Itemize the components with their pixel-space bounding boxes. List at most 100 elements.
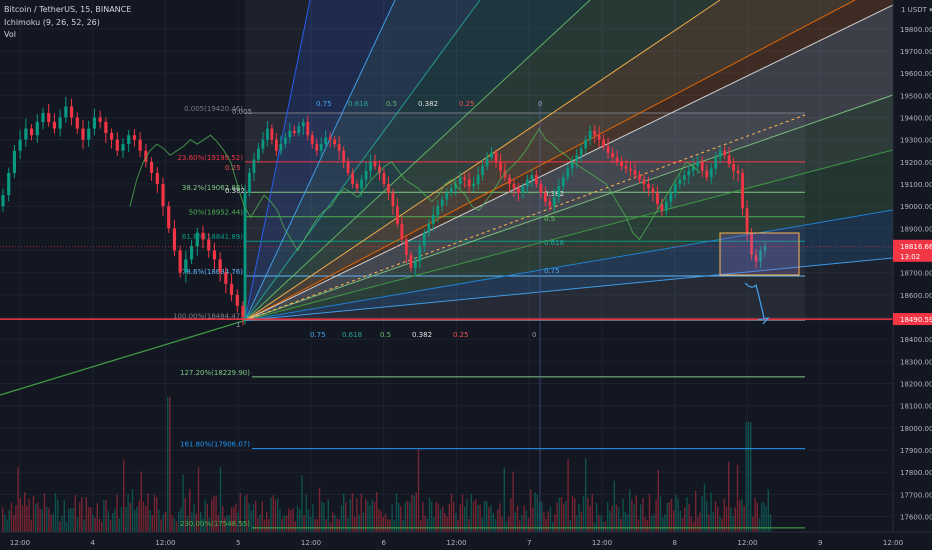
- candle-body: [526, 179, 529, 187]
- volume-bar: [567, 458, 569, 532]
- time-tick-label: 12:00: [301, 539, 321, 547]
- price-axis[interactable]: 19800.00 19700.00 19600.00 19500.00 19400.00…: [892, 0, 932, 550]
- volume-bar: [160, 519, 162, 532]
- candle-body: [566, 168, 570, 178]
- volume-bar: [24, 492, 26, 532]
- volume-bar: [2, 507, 4, 532]
- volume-bar: [662, 517, 664, 532]
- fan-label-right: 0.618: [544, 239, 564, 247]
- volume-bar: [332, 512, 334, 532]
- candle-body: [360, 179, 363, 189]
- volume-bar: [65, 521, 68, 532]
- volume-bar: [501, 516, 503, 532]
- volume-bar: [692, 521, 695, 532]
- volume-bar: [505, 520, 508, 532]
- candle-body: [178, 250, 182, 273]
- volume-bar: [747, 422, 750, 532]
- candle-body: [337, 144, 341, 151]
- candle-body: [104, 121, 108, 133]
- volume-bar: [6, 519, 8, 532]
- price-tick-label: 18100.00: [900, 403, 932, 411]
- volume-bar: [664, 514, 666, 532]
- volume-bar: [714, 501, 717, 532]
- volume-bar: [261, 501, 263, 532]
- candle-body: [172, 228, 177, 251]
- volume-bar: [90, 507, 92, 532]
- volume-bar: [131, 489, 134, 532]
- candle-body: [552, 197, 556, 207]
- candle-body: [396, 206, 399, 224]
- volume-bar: [327, 499, 329, 532]
- candle-body: [445, 192, 449, 200]
- volume-bar: [48, 508, 50, 532]
- price-tick-label: 19100.00: [900, 181, 932, 189]
- candle-body: [12, 150, 17, 173]
- volume-bar: [593, 521, 596, 532]
- candle-body: [436, 206, 440, 216]
- volume-bar: [101, 521, 103, 532]
- volume-bar: [274, 499, 277, 532]
- symbol-title[interactable]: Bitcoin / TetherUS, 15, BINANCE: [4, 5, 131, 14]
- volume-bar: [92, 515, 94, 532]
- candle-body: [458, 177, 462, 184]
- volume-bar: [428, 497, 431, 532]
- volume-bar: [123, 459, 125, 532]
- volume-bar: [670, 498, 673, 532]
- volume-bar: [604, 521, 607, 532]
- candle-body: [24, 128, 28, 140]
- candle-body: [248, 172, 251, 193]
- fan-label-left: 0.382: [225, 187, 245, 195]
- candle-body: [422, 232, 426, 247]
- volume-bar: [68, 508, 70, 532]
- volume-bar: [136, 506, 138, 532]
- price-chart[interactable]: 0.005(19420.46)23.60%(19199.52)38.2%(190…: [0, 0, 932, 550]
- volume-bar: [292, 508, 294, 532]
- volume-bar: [710, 492, 712, 532]
- volume-bar: [646, 520, 648, 532]
- volume-bar: [380, 511, 382, 532]
- volume-bar: [305, 494, 307, 532]
- volume-bar: [466, 499, 468, 532]
- volume-bar: [367, 500, 369, 532]
- candle-body: [512, 183, 516, 189]
- volume-bar: [4, 514, 6, 532]
- candle-body: [288, 130, 292, 138]
- volume-bar: [629, 489, 631, 532]
- time-axis[interactable]: 12:00 4 12:00 5 12:00 6 12:00 7 12:00 8 12:00 9 12:0…: [0, 531, 932, 550]
- volume-bar: [94, 517, 96, 532]
- price-tick-label: 17900.00: [900, 447, 932, 455]
- volume-bar: [767, 489, 769, 532]
- candle-body: [579, 148, 583, 156]
- volume-bar: [600, 515, 602, 532]
- volume-legend[interactable]: Vol: [4, 30, 16, 39]
- volume-bar: [585, 458, 587, 532]
- candle-body: [270, 128, 274, 140]
- volume-bar: [87, 507, 90, 532]
- volume-bar: [681, 517, 684, 532]
- volume-bar: [116, 494, 118, 532]
- volume-bar: [701, 496, 703, 532]
- currency-label[interactable]: 1 USDT ▾: [901, 6, 932, 14]
- candle-body: [364, 170, 368, 180]
- volume-bar: [142, 501, 145, 532]
- volume-bar: [371, 499, 373, 532]
- candle-body: [449, 188, 453, 193]
- volume-bar: [695, 490, 697, 532]
- candle-body: [241, 305, 245, 317]
- volume-bar: [387, 518, 389, 532]
- volume-bar: [543, 511, 545, 532]
- candle-body: [257, 148, 260, 160]
- candle-body: [138, 139, 142, 151]
- price-tick-label: 19400.00: [900, 114, 932, 122]
- volume-bar: [347, 518, 349, 532]
- volume-bar: [622, 498, 624, 532]
- candle-body: [382, 172, 386, 184]
- ichimoku-legend[interactable]: Ichimoku (9, 26, 52, 26): [4, 18, 100, 27]
- rectangle-drawing[interactable]: [719, 232, 800, 276]
- volume-bar: [576, 515, 578, 532]
- fib-level-label: 23.60%(19199.52): [177, 154, 243, 162]
- volume-bar: [468, 519, 470, 532]
- volume-bar: [648, 493, 651, 532]
- candle-body: [167, 206, 171, 229]
- volume-bar: [37, 502, 39, 532]
